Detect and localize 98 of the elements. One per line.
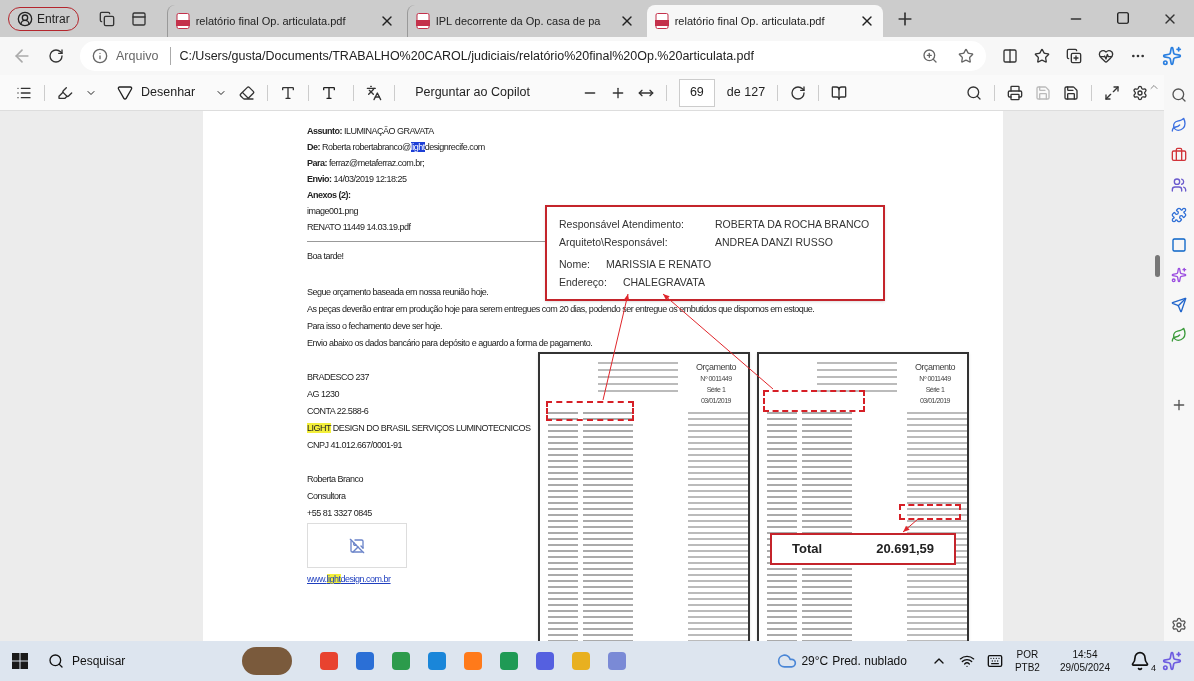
windows-logo-icon[interactable]	[12, 653, 28, 669]
cloud-icon	[777, 651, 798, 671]
address-field[interactable]: Arquivo C:/Users/gusta/Documents/TRABALHO%20CAROL/judiciais/relatório%20final%20Op.%20articulata.pdf	[80, 41, 986, 71]
email-text-line: Assunto: ILUMINAÇÃO GRAVATA	[307, 125, 434, 138]
notifications-icon[interactable]	[1130, 651, 1150, 671]
language-code: POR	[1016, 648, 1039, 661]
weather-widget[interactable]: 29°C Pred. nublado	[777, 651, 907, 671]
settings-icon[interactable]	[1132, 84, 1148, 101]
taskbar-search-field[interactable]: Pesquisar	[40, 646, 230, 676]
scrollbar	[1155, 255, 1160, 277]
people-icon[interactable]	[1171, 177, 1187, 193]
search-icon	[48, 653, 64, 669]
pdf-file-icon	[175, 13, 190, 29]
save-as-icon[interactable]	[1063, 84, 1079, 101]
highlight-icon[interactable]	[57, 84, 73, 101]
copilot-icon[interactable]	[1162, 46, 1182, 66]
translate-icon[interactable]	[366, 84, 383, 101]
quote-title: Orçamento	[695, 362, 736, 373]
broken-image-icon	[349, 537, 365, 554]
collections-icon[interactable]	[1066, 48, 1082, 64]
field-label: Arquiteto\Responsável:	[559, 235, 669, 250]
dashed-highlight-frame	[899, 504, 961, 520]
field-value: ROBERTA DA ROCHA BRANCO	[715, 217, 870, 232]
scheme-label: Arquivo	[116, 46, 172, 66]
page-number-field[interactable]: 69	[678, 78, 715, 107]
email-text-line: Envio: 14/03/2019 12:18:25	[307, 173, 407, 186]
field-value: MARISSIA E RENATO	[605, 257, 712, 272]
clock[interactable]: 14:54 29/05/2024	[1059, 648, 1110, 674]
send-icon[interactable]	[1171, 297, 1187, 313]
split-screen-icon[interactable]	[1002, 48, 1018, 64]
rotate-icon[interactable]	[790, 84, 807, 101]
date: 29/05/2024	[1059, 661, 1110, 674]
settings-icon[interactable]	[1171, 617, 1187, 633]
tab-title: IPL decorrente da Op. casa de pa	[435, 13, 602, 29]
ask-copilot-button[interactable]: Perguntar ao Copilot	[407, 83, 538, 102]
email-text-line: Boa tarde!	[307, 250, 344, 263]
url-text: C:/Users/gusta/Documents/TRABALHO%20CAROL/judiciais/relatório%20final%20Op.%20articulata.pdf	[179, 47, 755, 65]
eraser-icon[interactable]	[239, 84, 256, 101]
restore-icon[interactable]	[1116, 10, 1130, 25]
email-text-line: CONTA 22.588-6	[307, 405, 369, 418]
field-value: CHALEGRAVATA	[622, 275, 705, 290]
weather-condition: Pred. nublado	[832, 653, 907, 670]
total-label: Total	[792, 541, 823, 557]
email-text-line: BRADESCO 237	[307, 371, 370, 384]
field-label: Nome:	[559, 257, 590, 272]
email-text-line: Para isso o fechamento deve ser hoje.	[307, 320, 443, 333]
temperature: 29°C	[801, 653, 829, 670]
email-text-line: AG 1230	[307, 388, 340, 401]
favorites-icon[interactable]	[1034, 48, 1050, 64]
favorite-icon[interactable]	[958, 48, 974, 64]
field-value: ANDREA DANZI RUSSO	[715, 235, 833, 250]
browser-tab[interactable]: relatório final Op. articulata.pdf	[646, 5, 883, 37]
print-icon[interactable]	[1007, 84, 1023, 101]
email-text-line: Roberta Branco	[307, 473, 364, 486]
refresh-icon[interactable]	[48, 48, 64, 64]
email-text-line: +55 81 3327 0845	[307, 507, 372, 520]
pdf-file-icon	[415, 13, 430, 29]
fullscreen-icon[interactable]	[1104, 84, 1120, 101]
search-placeholder: Pesquisar	[72, 653, 126, 670]
user-icon	[17, 10, 33, 27]
email-text-line: Consultora	[307, 490, 346, 503]
app-icon[interactable]	[536, 652, 554, 670]
workspaces-icon[interactable]	[98, 10, 115, 27]
email-text-line: RENATO 11449 14.03.19.pdf	[307, 221, 411, 234]
email-text-line: image001.png	[307, 205, 359, 218]
email-text-line: Segue orçamento baseada em nossa reunião hoje.	[307, 286, 489, 299]
briefcase-icon[interactable]	[1171, 147, 1187, 163]
tab-title: relatório final Op. articulata.pdf	[195, 13, 347, 29]
network-icon[interactable]	[958, 653, 975, 669]
search-icon[interactable]	[1171, 87, 1187, 103]
tab-actions-icon[interactable]	[130, 10, 147, 27]
time: 14:54	[1072, 648, 1098, 661]
email-text-line: Envio abaixo os dados bancário para depósito e aguardo a forma de pagamento.	[307, 337, 593, 350]
browser-essentials-icon[interactable]	[1098, 48, 1114, 64]
info-icon	[92, 48, 108, 64]
field-label: Responsável Atendimento:	[559, 217, 685, 232]
arrow	[902, 518, 919, 533]
field-label: Endereço:	[559, 275, 607, 290]
add-icon[interactable]	[1171, 397, 1187, 413]
pdf-file-icon	[654, 13, 669, 29]
email-text-line: LIGHT DESIGN DO BRASIL SERVIÇOS LUMINOTECNICOS	[307, 422, 531, 435]
search-icon[interactable]	[966, 84, 982, 101]
language-indicator[interactable]: POR PTB2	[1014, 648, 1040, 674]
email-text-line: Para: ferraz@metaferraz.com.br;	[307, 157, 425, 170]
draw-button[interactable]: Desenhar	[109, 83, 204, 102]
copilot-icon[interactable]	[1162, 651, 1182, 671]
email-text-line: Anexos (2):	[307, 189, 351, 202]
zoom-icon[interactable]	[922, 48, 938, 64]
app-icon[interactable]	[356, 652, 374, 670]
page-total: de 127	[726, 84, 766, 102]
keyboard-layout: PTB2	[1014, 661, 1040, 674]
email-text-line: CNPJ 41.012.667/0001-91	[307, 439, 403, 452]
page-view-icon[interactable]	[831, 84, 848, 101]
tab-title: relatório final Op. articulata.pdf	[674, 13, 826, 29]
total-value: 20.691,59	[876, 541, 934, 557]
text-box-icon[interactable]	[280, 84, 297, 101]
keyboard-icon[interactable]	[986, 653, 1003, 669]
quote-title: Orçamento	[914, 362, 955, 373]
